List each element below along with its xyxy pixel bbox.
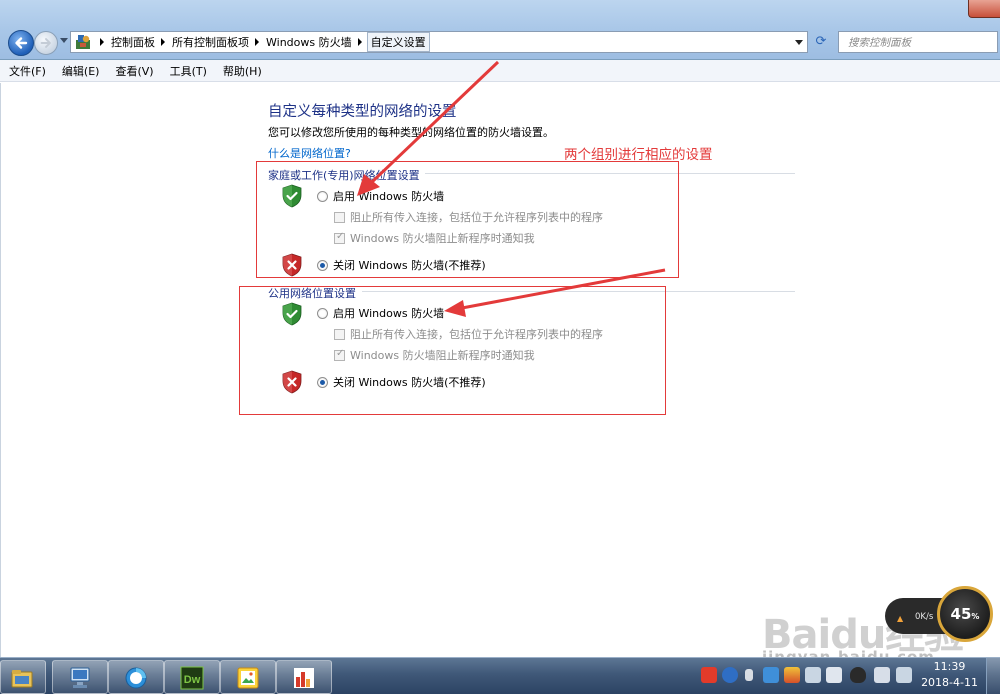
annotation-box-public <box>239 286 666 415</box>
system-tray <box>700 658 914 694</box>
recent-pages-dropdown[interactable] <box>60 38 68 43</box>
breadcrumb-control-panel[interactable]: 控制面板 <box>111 34 155 50</box>
speed-percent: 45 <box>950 605 972 623</box>
taskbar-app-explorer[interactable] <box>0 660 46 694</box>
speed-percent-gauge: 45% <box>937 586 993 642</box>
volume-muted-icon[interactable] <box>896 667 912 683</box>
menu-tools[interactable]: 工具(T) <box>169 61 208 81</box>
page-title: 自定义每种类型的网络的设置 <box>268 104 457 120</box>
menu-help[interactable]: 帮助(H) <box>222 61 263 81</box>
address-history-dropdown[interactable] <box>795 40 803 45</box>
annotation-text: 两个组别进行相应的设置 <box>564 147 713 163</box>
speed-percent-unit: % <box>971 612 980 621</box>
network-icon[interactable] <box>874 667 890 683</box>
dreamweaver-icon: Dw <box>180 666 204 690</box>
page-description: 您可以修改您所使用的每种类型的网络位置的防火墙设置。 <box>268 126 554 139</box>
printer-icon[interactable] <box>826 667 842 683</box>
breadcrumb-separator[interactable] <box>100 38 104 46</box>
menu-edit[interactable]: 编辑(E) <box>61 61 101 81</box>
menu-file[interactable]: 文件(F) <box>8 61 47 81</box>
speaker-icon[interactable] <box>805 667 821 683</box>
flag-icon[interactable] <box>745 669 753 681</box>
dreamweaver-logo-text: Dw <box>184 674 201 686</box>
network-location-help-link[interactable]: 什么是网络位置? <box>268 145 351 161</box>
menu-bar: 文件(F) 编辑(E) 查看(V) 工具(T) 帮助(H) <box>0 60 1000 82</box>
input-method-icon[interactable] <box>701 667 717 683</box>
security-shield-icon[interactable] <box>763 667 779 683</box>
arrow-left-icon <box>15 37 28 49</box>
arrow-right-icon <box>40 38 51 48</box>
folder-icon <box>11 670 33 688</box>
breadcrumb-all-items[interactable]: 所有控制面板项 <box>172 34 249 50</box>
help-icon[interactable] <box>722 667 738 683</box>
taskbar-app-dreamweaver[interactable]: Dw <box>164 660 220 694</box>
network-speed-widget[interactable]: ▲ 0K/s 45% <box>885 586 995 644</box>
search-input[interactable]: 搜索控制面板 <box>838 31 998 53</box>
taskbar-app-viewer[interactable] <box>220 660 276 694</box>
annotation-box-private <box>256 161 679 278</box>
taskbar-app-remote[interactable] <box>52 660 108 694</box>
breadcrumb-separator[interactable] <box>255 38 259 46</box>
network-computer-icon <box>70 667 90 688</box>
taskbar-app-browser[interactable] <box>108 660 164 694</box>
menu-view[interactable]: 查看(V) <box>114 61 154 81</box>
upload-arrow-icon: ▲ <box>897 614 904 623</box>
image-viewer-icon <box>237 667 259 689</box>
clock-date: 2018-4-11 <box>921 676 978 689</box>
breadcrumb-separator[interactable] <box>161 38 165 46</box>
forward-button[interactable] <box>34 31 58 55</box>
address-bar[interactable]: 控制面板 所有控制面板项 Windows 防火墙 自定义设置 <box>70 31 808 53</box>
speed-rate: 0K/s <box>915 612 934 622</box>
control-panel-icon <box>74 33 92 51</box>
refresh-icon[interactable]: ⟳ <box>811 33 831 51</box>
monitor-icon[interactable] <box>784 667 800 683</box>
breadcrumb-firewall[interactable]: Windows 防火墙 <box>266 34 352 50</box>
bar-chart-app-icon <box>294 668 314 688</box>
breadcrumb-custom-settings[interactable]: 自定义设置 <box>366 32 430 52</box>
taskbar-app-chart[interactable] <box>276 660 332 694</box>
breadcrumb-separator[interactable] <box>357 38 362 46</box>
show-desktop-button[interactable] <box>986 658 1000 694</box>
close-window-button[interactable] <box>968 0 1000 18</box>
back-button[interactable] <box>8 30 34 56</box>
clock-time: 11:39 <box>933 660 966 673</box>
browser-icon <box>125 667 147 689</box>
window-titlebar: 控制面板 所有控制面板项 Windows 防火墙 自定义设置 ⟳ 搜索控制面板 <box>0 0 1000 60</box>
taskbar: Dw 11:39 2018-4-11 <box>0 657 1000 694</box>
qq-icon[interactable] <box>850 667 866 683</box>
taskbar-clock[interactable]: 11:39 2018-4-11 <box>921 659 978 691</box>
